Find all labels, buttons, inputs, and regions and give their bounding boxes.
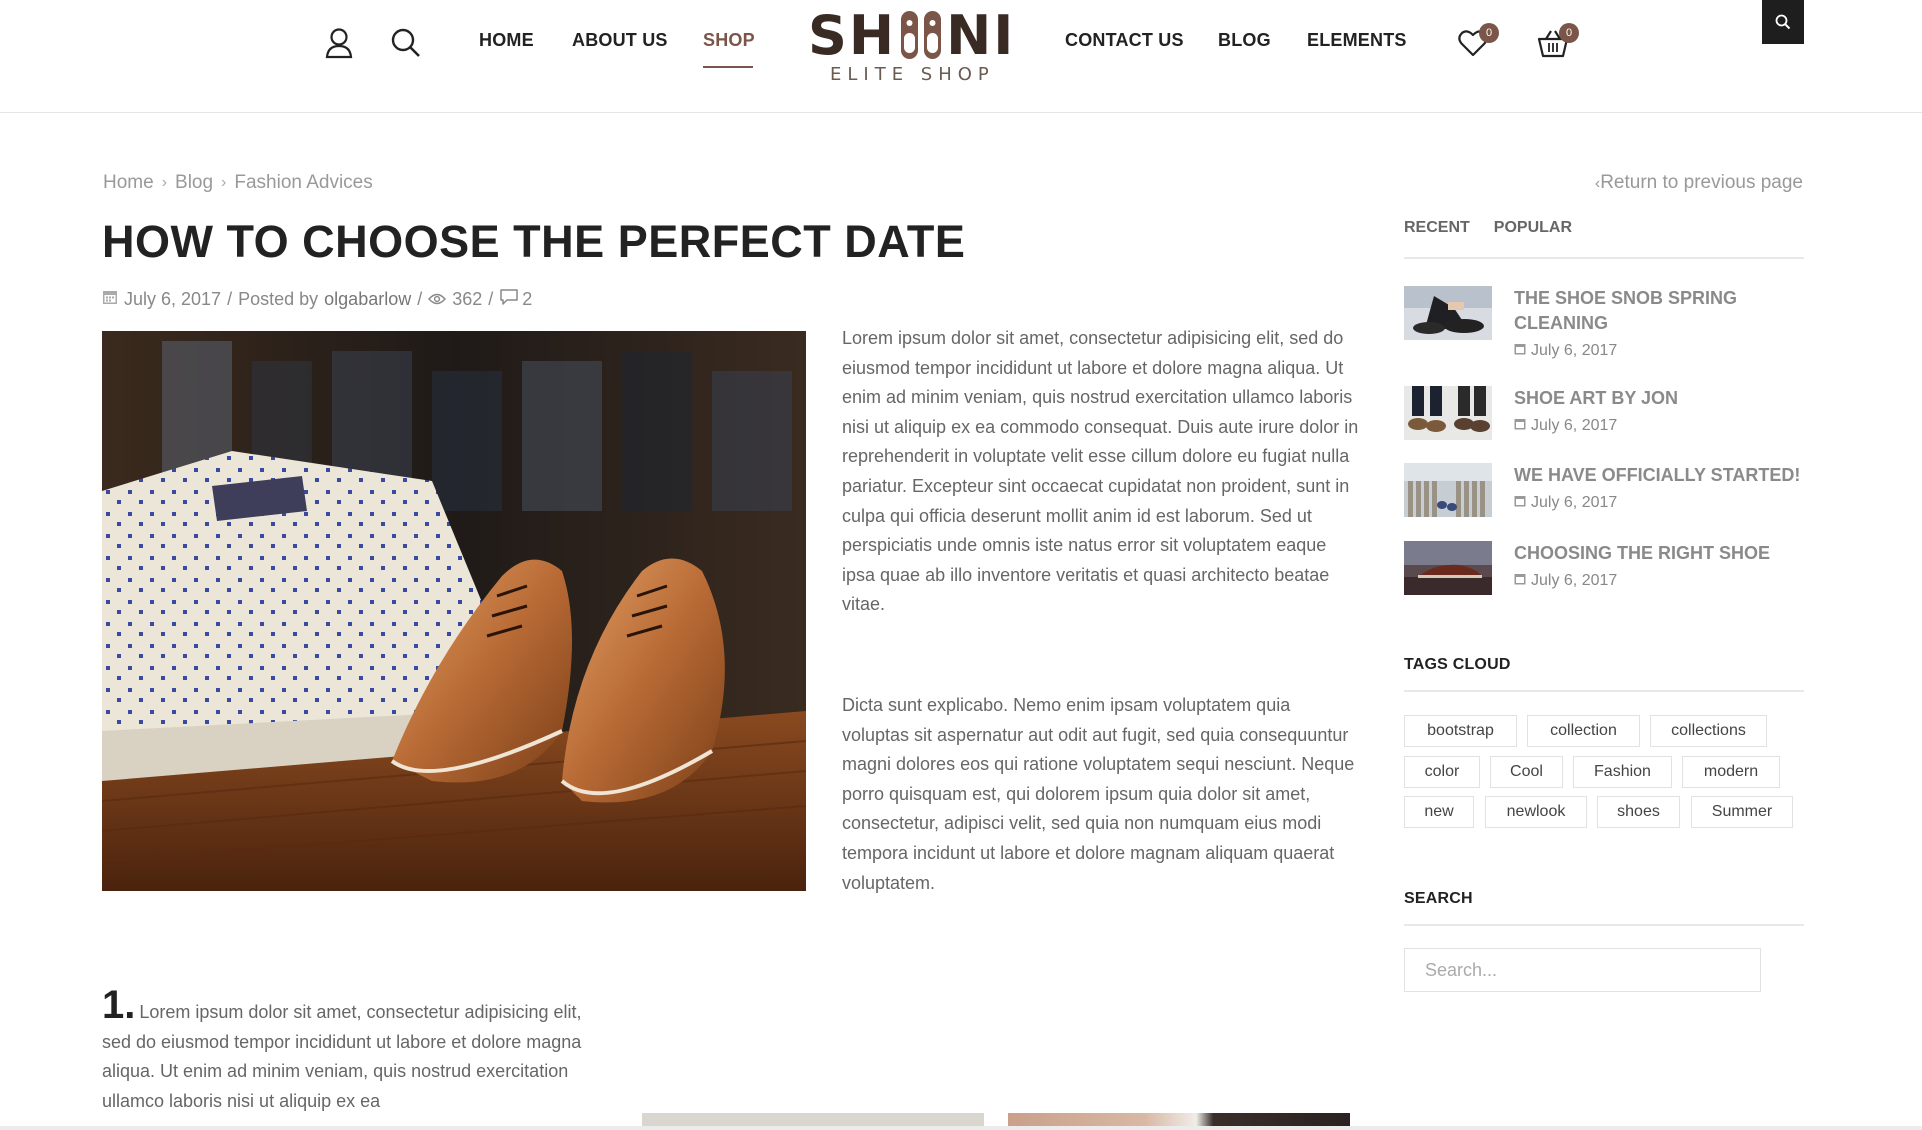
search-icon[interactable] [388,25,424,61]
recent-post-thumbnail[interactable] [1404,541,1492,595]
tag-collections[interactable]: collections [1650,715,1767,747]
viewport-bottom-edge [0,1126,1922,1130]
chevron-right-icon: › [221,174,227,191]
recent-post-date: July 6, 2017 [1514,572,1617,590]
logo-right: NI [946,3,1016,67]
calendar-icon [102,289,118,310]
breadcrumb: Home › Blog › Fashion Advices [103,172,373,194]
search-heading: SEARCH [1404,890,1473,907]
tab-recent[interactable]: RECENT [1404,219,1470,237]
tag-color[interactable]: color [1404,756,1480,788]
posted-by-label: Posted by [238,289,319,309]
tag-fashion[interactable]: Fashion [1573,756,1672,788]
calendar-icon [1514,494,1526,512]
recent-post-item[interactable]: THE SHOE SNOB SPRING CLEANING July 6, 20… [1404,286,1804,359]
nav-about-us[interactable]: ABOUT US [572,30,668,51]
sidebar-divider [1404,690,1804,692]
chevron-right-icon: › [161,174,168,191]
wishlist-button[interactable]: 0 [1455,23,1499,61]
logo-tagline: ELITE SHOP [830,64,995,85]
tag-summer[interactable]: Summer [1691,796,1793,828]
post-comments-count: 2 [522,289,533,309]
recent-post-thumbnail[interactable] [1404,286,1492,340]
nav-blog[interactable]: BLOG [1218,30,1271,51]
section-text: Lorem ipsum dolor sit amet, consectetur … [102,1002,582,1111]
recent-post-date-text: July 6, 2017 [1531,494,1618,511]
post-paragraph-2: Dicta sunt explicabo. Nemo enim ipsam vo… [842,695,1355,893]
tag-newlook[interactable]: newlook [1485,796,1587,828]
meta-separator: / [488,289,494,309]
sidebar-post-tabs: RECENT POPULAR [1404,219,1572,237]
breadcrumb-home[interactable]: Home [103,172,154,194]
numbered-section-1: 1. Lorem ipsum dolor sit amet, consectetu… [102,985,602,1116]
tag-new[interactable]: new [1404,796,1474,828]
recent-post-item[interactable]: WE HAVE OFFICIALLY STARTED! July 6, 2017 [1404,463,1804,533]
meta-separator: / [417,289,423,309]
sidebar-search-input[interactable] [1404,948,1761,992]
calendar-icon [1514,342,1526,360]
sidebar-divider [1404,924,1804,926]
nav-contact-us[interactable]: CONTACT US [1065,30,1184,51]
wishlist-count-badge: 0 [1479,23,1499,43]
calendar-icon [1514,572,1526,590]
recent-post-date: July 6, 2017 [1514,342,1617,360]
section-number: 1. [102,983,136,1027]
site-logo[interactable]: SH NI ELITE SHOP [808,3,1016,86]
recent-post-thumbnail[interactable] [1404,386,1492,440]
post-featured-image [102,331,806,891]
recent-post-date-text: July 6, 2017 [1531,417,1618,434]
post-comments-link[interactable]: 2 [499,288,532,311]
user-icon[interactable] [321,25,357,61]
logo-shoes-icon [898,7,944,63]
search-icon [1775,14,1791,30]
nav-shop[interactable]: SHOP [703,30,755,51]
recent-post-title[interactable]: SHOE ART BY JON [1514,386,1804,411]
recent-post-date-text: July 6, 2017 [1531,572,1618,589]
post-title: HOW TO CHOOSE THE PERFECT DATE [102,216,966,267]
sidebar-search-button[interactable] [1762,0,1804,44]
tag-collection[interactable]: collection [1527,715,1640,747]
return-label: Return to previous page [1600,172,1803,193]
meta-separator: / [227,289,233,309]
recent-post-title[interactable]: WE HAVE OFFICIALLY STARTED! [1514,463,1804,488]
calendar-icon [1514,417,1526,435]
site-header: HOME ABOUT US SHOP SH NI ELITE SHOP CONT… [0,0,1922,113]
nav-home[interactable]: HOME [479,30,534,51]
recent-post-title[interactable]: CHOOSING THE RIGHT SHOE [1514,541,1804,566]
breadcrumb-blog[interactable]: Blog [175,172,213,194]
post-date: July 6, 2017 [124,289,222,309]
cart-count-badge: 0 [1559,23,1579,43]
tag-cool[interactable]: Cool [1490,756,1563,788]
active-nav-indicator [703,66,753,68]
logo-wordmark: SH NI [808,3,1016,67]
breadcrumb-current: Fashion Advices [234,172,373,193]
cart-button[interactable]: 0 [1535,23,1579,61]
recent-post-date-text: July 6, 2017 [1531,342,1618,359]
tab-popular[interactable]: POPULAR [1494,219,1572,237]
post-views: 362 [452,289,483,309]
recent-post-title[interactable]: THE SHOE SNOB SPRING CLEANING [1514,286,1804,336]
recent-post-item[interactable]: SHOE ART BY JON July 6, 2017 [1404,386,1804,456]
recent-post-date: July 6, 2017 [1514,494,1617,512]
nav-elements[interactable]: ELEMENTS [1307,30,1407,51]
post-paragraph-1: Lorem ipsum dolor sit amet, consectetur … [842,328,1359,615]
logo-left: SH [808,3,897,67]
tag-bootstrap[interactable]: bootstrap [1404,715,1517,747]
tag-shoes[interactable]: shoes [1597,796,1680,828]
comment-icon [499,288,519,311]
recent-post-thumbnail[interactable] [1404,463,1492,517]
post-author-link[interactable]: olgabarlow [324,289,411,310]
recent-post-date: July 6, 2017 [1514,417,1617,435]
sidebar-divider [1404,257,1804,259]
recent-post-item[interactable]: CHOOSING THE RIGHT SHOE July 6, 2017 [1404,541,1804,611]
eye-icon [428,289,447,310]
post-meta: July 6, 2017 / Posted by olgabarlow / 36… [102,288,532,311]
return-to-previous-link[interactable]: ‹Return to previous page [1595,172,1803,194]
tags-cloud-heading: TAGS CLOUD [1404,656,1511,673]
tag-modern[interactable]: modern [1682,756,1780,788]
